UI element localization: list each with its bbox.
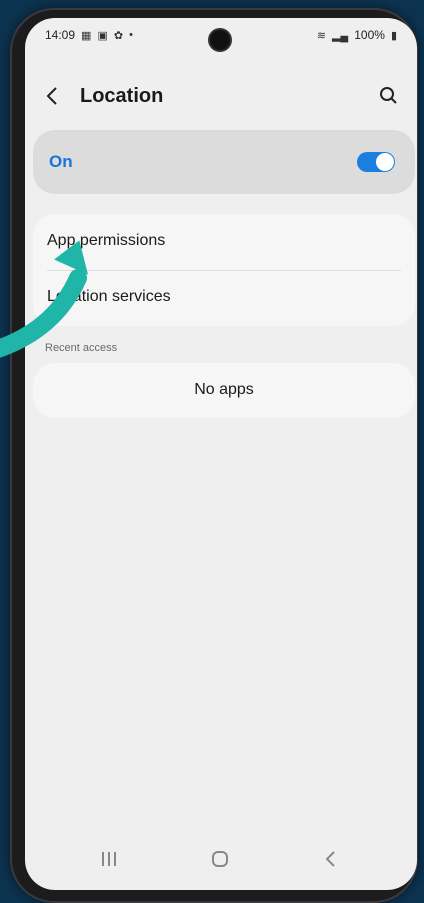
menu-item-label: Location services bbox=[47, 288, 171, 305]
recents-icon[interactable] bbox=[89, 844, 129, 874]
page-title: Location bbox=[80, 85, 164, 107]
search-icon[interactable] bbox=[375, 82, 403, 110]
qr-icon: ▦ bbox=[81, 29, 92, 42]
gallery-icon: ▣ bbox=[97, 29, 108, 42]
section-header-recent-access: Recent access bbox=[45, 342, 118, 354]
recent-access-card: No apps bbox=[33, 363, 415, 418]
menu-item-label: App permissions bbox=[47, 232, 166, 249]
wifi-icon: ≋ bbox=[316, 29, 326, 42]
system-navigation-bar bbox=[25, 844, 417, 874]
signal-icon: ▂▄ bbox=[331, 29, 349, 42]
empty-state-text: No apps bbox=[194, 381, 254, 398]
dot-icon: • bbox=[129, 29, 133, 41]
home-icon[interactable] bbox=[200, 844, 240, 874]
app-header: Location bbox=[25, 78, 417, 118]
status-bar: 14:09 ▦ ▣ ✿ • ≋ ▂▄ 100% ▮ bbox=[25, 18, 417, 54]
screen: 14:09 ▦ ▣ ✿ • ≋ ▂▄ 100% ▮ Location On Ap… bbox=[25, 18, 417, 890]
menu-item-location-services[interactable]: Location services bbox=[33, 270, 415, 326]
battery-icon: ▮ bbox=[390, 29, 397, 42]
nav-back-icon[interactable] bbox=[310, 844, 350, 874]
back-arrow-icon[interactable] bbox=[41, 84, 65, 108]
status-time: 14:09 bbox=[45, 28, 76, 42]
location-switch[interactable] bbox=[357, 152, 395, 172]
toggle-label: On bbox=[49, 152, 73, 171]
location-toggle-row[interactable]: On bbox=[33, 130, 415, 194]
battery-percent: 100% bbox=[354, 28, 385, 42]
settings-menu: App permissions Location services bbox=[33, 214, 415, 326]
status-left: 14:09 ▦ ▣ ✿ • bbox=[45, 28, 133, 42]
switch-knob bbox=[376, 153, 394, 171]
menu-item-app-permissions[interactable]: App permissions bbox=[33, 214, 415, 270]
status-right: ≋ ▂▄ 100% ▮ bbox=[317, 28, 397, 42]
settings-icon: ✿ bbox=[113, 29, 124, 42]
front-camera bbox=[210, 30, 230, 50]
